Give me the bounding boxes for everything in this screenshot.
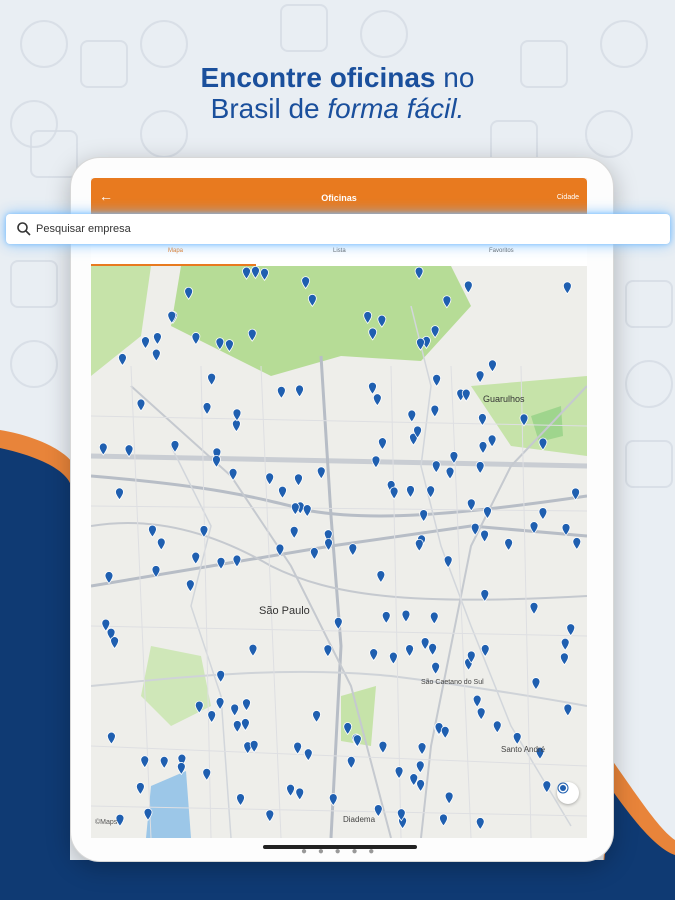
headline-brasil: Brasil de [210,93,320,124]
headline-word-no: no [443,62,475,93]
my-location-button[interactable] [557,782,579,804]
headline-word-encontre: Encontre [200,62,322,93]
map-label-diadema: Diadema [343,815,376,824]
locate-icon [557,782,569,794]
map-label-sao-caetano: São Caetano do Sul [421,679,484,686]
pager-dots: ● ● ● ● ● [301,846,379,857]
map-attribution: ©Maps [95,819,118,826]
tab-favoritos[interactable]: Favoritos [489,248,514,254]
tab-mapa[interactable]: Mapa [168,248,183,254]
search-bar[interactable]: Pesquisar empresa [6,214,670,244]
map-canvas: São Paulo Guarulhos São Caetano do Sul S… [91,266,587,838]
tab-lista[interactable]: Lista [333,248,346,254]
headline-line-2: Brasil de forma fácil. [0,93,675,124]
tab-bar: Mapa Lista Favoritos [91,242,587,266]
search-icon [17,222,31,236]
app-title: Oficinas [321,193,357,203]
search-input[interactable]: Pesquisar empresa [36,223,131,235]
city-button[interactable]: Cidade [557,194,579,201]
app-screen: ← Oficinas Cidade Mapa Lista Favoritos S… [91,178,587,838]
map-label-sao-paulo: São Paulo [259,605,310,617]
app-bar: ← Oficinas Cidade [91,178,587,218]
map-view[interactable]: São Paulo Guarulhos São Caetano do Sul S… [91,266,587,838]
headline: Encontre oficinas no Brasil de forma fác… [0,62,675,124]
headline-line-1: Encontre oficinas no [0,62,675,93]
map-label-santo-andre: Santo André [501,745,546,754]
tablet-frame: ← Oficinas Cidade Mapa Lista Favoritos S… [70,157,614,862]
headline-word-oficinas: oficinas [329,62,436,93]
map-label-guarulhos: Guarulhos [483,394,525,404]
headline-forma-facil: forma fácil. [327,93,465,124]
